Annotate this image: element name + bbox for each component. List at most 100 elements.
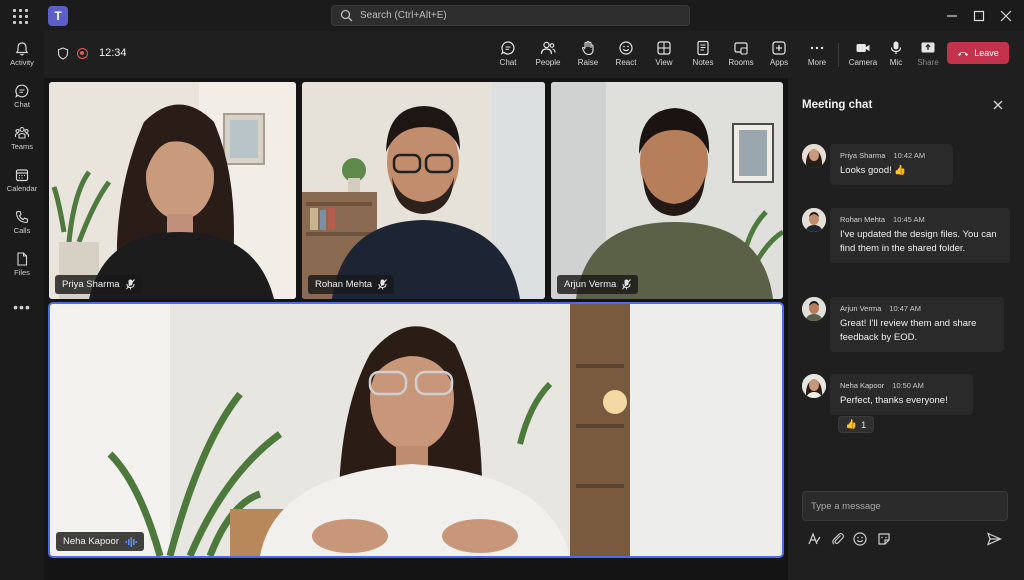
rail-label: Calendar: [6, 184, 38, 193]
mic-muted-icon: [378, 279, 387, 290]
name-tag: Arjun Verma: [557, 275, 639, 294]
phone-icon: [15, 210, 29, 224]
message-meta: Arjun Verma 10:47 AM: [840, 304, 994, 313]
message-input[interactable]: [803, 492, 1007, 520]
video-tile-priya[interactable]: Priya Sharma: [49, 82, 296, 299]
file-icon: [17, 252, 28, 266]
apps-button[interactable]: Apps: [760, 40, 798, 72]
grid-view-icon: [657, 41, 671, 55]
rail-item-calendar[interactable]: Calendar: [0, 165, 44, 203]
compose-box[interactable]: [802, 491, 1008, 521]
more-icon: [810, 46, 824, 50]
rooms-button[interactable]: Rooms: [722, 40, 760, 72]
rail-item-teams[interactable]: Teams: [0, 123, 44, 161]
participant-name: Arjun Verma: [564, 279, 617, 290]
react-button[interactable]: React: [607, 40, 645, 72]
message-author: Priya Sharma: [840, 151, 886, 160]
chat-icon: [500, 41, 515, 55]
search-box[interactable]: [331, 5, 690, 26]
speaking-icon: [125, 536, 137, 547]
teams-logo: T: [48, 6, 68, 26]
share-button[interactable]: Share: [909, 40, 947, 72]
sticker-icon[interactable]: [876, 531, 892, 547]
rail-item-calls[interactable]: Calls: [0, 207, 44, 245]
message-meta: Neha Kapoor 10:50 AM: [840, 381, 963, 390]
message-time: 10:50 AM: [892, 381, 924, 390]
rooms-icon: [734, 42, 748, 55]
chat-button[interactable]: Chat: [489, 40, 527, 72]
more-apps-icon[interactable]: •••: [0, 299, 44, 315]
leave-button[interactable]: Leave: [947, 42, 1009, 64]
minimize-icon[interactable]: [943, 7, 961, 25]
format-icon[interactable]: [806, 531, 822, 547]
chat-panel-title: Meeting chat: [802, 99, 873, 111]
message-time: 10:42 AM: [893, 151, 926, 160]
name-tag: Priya Sharma: [55, 275, 142, 294]
app-rail: Activity Chat Teams Calendar Calls Files…: [0, 31, 44, 580]
people-icon: [540, 41, 556, 55]
avatar[interactable]: [802, 297, 826, 321]
meeting-timer: 12:34: [99, 47, 127, 59]
rail-label: Chat: [14, 100, 30, 109]
attach-icon[interactable]: [830, 531, 846, 547]
share-label: Share: [917, 58, 939, 67]
message-text: Great! I'll review them and share feedba…: [840, 318, 977, 343]
message-bubble: Rohan Mehta 10:45 AM I've updated the des…: [830, 208, 1010, 263]
rail-item-chat[interactable]: Chat: [0, 81, 44, 119]
view-button[interactable]: View: [645, 40, 683, 72]
message-author: Arjun Verma: [840, 304, 882, 313]
avatar[interactable]: [802, 144, 826, 168]
search-input[interactable]: [360, 6, 680, 25]
participant-video: [551, 82, 783, 299]
shield-icon[interactable]: [57, 47, 69, 60]
hang-up-icon: [958, 52, 969, 56]
video-tile-arjun[interactable]: Arjun Verma: [551, 82, 783, 299]
meeting-chat-panel: Meeting chat Priya Sharma 10:42 AM Looks …: [788, 78, 1024, 580]
people-label: People: [535, 58, 561, 67]
message-meta: Priya Sharma 10:42 AM: [840, 151, 943, 160]
react-label: React: [615, 58, 637, 67]
teams-icon: [14, 126, 30, 139]
search-icon: [340, 9, 353, 22]
close-icon[interactable]: [991, 98, 1005, 112]
people-button[interactable]: People: [529, 40, 567, 72]
participant-name: Neha Kapoor: [63, 536, 119, 547]
message-bubble: Priya Sharma 10:42 AM Looks good! 👍: [830, 144, 953, 185]
participant-video: [49, 82, 296, 299]
reaction-count: 1: [861, 419, 867, 430]
name-tag: Rohan Mehta: [308, 275, 395, 294]
maximize-icon[interactable]: [970, 7, 988, 25]
video-tile-rohan[interactable]: Rohan Mehta: [302, 82, 545, 299]
participant-video: [50, 304, 782, 556]
message-bubble: Arjun Verma 10:47 AM Great! I'll review t…: [830, 297, 1004, 352]
message-author: Neha Kapoor: [840, 381, 885, 390]
rail-item-activity[interactable]: Activity: [0, 39, 44, 77]
close-icon[interactable]: [997, 7, 1015, 25]
video-tile-neha[interactable]: Neha Kapoor: [48, 302, 784, 558]
thumbs-up-icon: 👍: [845, 419, 858, 429]
rail-label: Teams: [10, 142, 34, 151]
send-icon[interactable]: [986, 531, 1002, 547]
share-screen-icon: [921, 42, 935, 53]
more-button[interactable]: More: [798, 40, 836, 72]
rail-label: Files: [14, 268, 30, 277]
reaction-badge[interactable]: 👍 1: [838, 416, 874, 433]
avatar[interactable]: [802, 208, 826, 232]
video-stage: Priya Sharma Rohan Mehta Arjun Verma Neh…: [44, 78, 788, 580]
bell-icon: [15, 42, 29, 56]
mic-muted-icon: [125, 279, 135, 290]
avatar[interactable]: [802, 374, 826, 398]
rail-label: Activity: [10, 58, 34, 67]
message-text: I've updated the design files. You can f…: [840, 229, 997, 254]
raise-hand-button[interactable]: Raise: [569, 40, 607, 72]
apps-label: Apps: [769, 58, 789, 67]
toolbar-divider: [838, 43, 839, 67]
rail-item-files[interactable]: Files: [0, 249, 44, 287]
notes-button[interactable]: Notes: [684, 40, 722, 72]
message-author: Rohan Mehta: [840, 215, 886, 224]
waffle-icon[interactable]: [12, 8, 28, 24]
participant-name: Rohan Mehta: [315, 279, 373, 290]
title-bar: T: [0, 0, 1024, 31]
message-text: Perfect, thanks everyone!: [840, 395, 948, 406]
emoji-icon[interactable]: [852, 531, 868, 547]
